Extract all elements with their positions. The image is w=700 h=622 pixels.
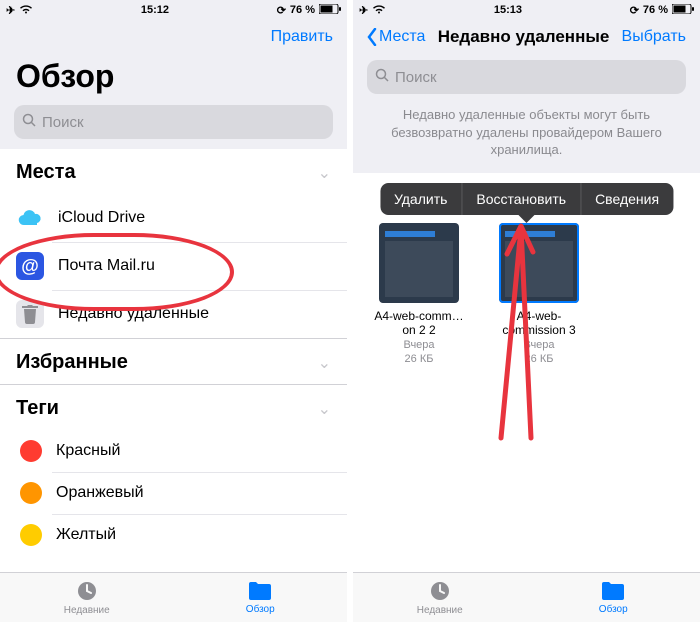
orientation-lock-icon: ⟳ (630, 4, 639, 17)
file-grid-area: Удалить Восстановить Сведения A4-web-com… (353, 173, 700, 572)
search-input[interactable]: Поиск (14, 105, 333, 139)
tag-dot-icon (20, 482, 42, 504)
search-placeholder: Поиск (395, 69, 437, 86)
airplane-icon: ✈︎ (359, 4, 368, 17)
section-places-header[interactable]: Места ⌄ (0, 149, 347, 194)
chevron-down-icon: ⌄ (318, 353, 331, 373)
search-input[interactable]: Поиск (367, 60, 686, 94)
status-bar: ✈︎ 15:13 ⟳ 76 % (353, 0, 700, 20)
airplane-icon: ✈︎ (6, 4, 15, 17)
chevron-down-icon: ⌄ (318, 399, 331, 419)
chevron-left-icon (367, 28, 377, 46)
search-placeholder: Поиск (42, 114, 84, 131)
place-recently-deleted[interactable]: Недавно удаленные (0, 290, 347, 338)
file-item[interactable]: A4-web-commission 3 Вчера 26 КБ (489, 223, 589, 366)
tag-dot-icon (20, 524, 42, 546)
nav-bar: Править (0, 20, 347, 54)
edit-button[interactable]: Править (271, 28, 333, 46)
tab-recents[interactable]: Недавние (0, 573, 174, 622)
tag-orange[interactable]: Оранжевый (0, 472, 347, 514)
nav-bar: Места Недавно удаленные Выбрать (353, 20, 700, 54)
status-time: 15:12 (141, 4, 169, 16)
info-text: Недавно удаленные объекты могут быть без… (353, 102, 700, 173)
screen-recently-deleted: ✈︎ 15:13 ⟳ 76 % Места Недавно удаленные … (353, 0, 700, 622)
search-icon (375, 68, 389, 86)
context-menu: Удалить Восстановить Сведения (380, 183, 673, 215)
icloud-icon (16, 204, 44, 232)
tab-bar: Недавние Обзор (0, 572, 347, 622)
battery-icon (672, 4, 694, 17)
mailru-icon: @ (16, 252, 44, 280)
tab-recents[interactable]: Недавние (353, 573, 527, 622)
wifi-icon (19, 4, 33, 17)
wifi-icon (372, 4, 386, 17)
file-item[interactable]: A4-web-comm…on 2 2 Вчера 26 КБ (369, 223, 469, 366)
menu-restore[interactable]: Восстановить (461, 183, 580, 215)
battery-icon (319, 4, 341, 17)
folder-icon (600, 580, 626, 602)
battery-percent: 76 % (290, 4, 315, 16)
select-button[interactable]: Выбрать (622, 28, 686, 46)
search-icon (22, 113, 36, 131)
trash-icon (16, 300, 44, 328)
file-thumbnail (379, 223, 459, 303)
battery-percent: 76 % (643, 4, 668, 16)
browse-list: Места ⌄ iCloud Drive @ Почта Mail.ru Нед… (0, 149, 347, 572)
menu-delete[interactable]: Удалить (380, 183, 461, 215)
back-button[interactable]: Места (367, 28, 425, 46)
page-title: Обзор (0, 54, 347, 105)
place-mailru[interactable]: @ Почта Mail.ru (0, 242, 347, 290)
status-time: 15:13 (494, 4, 522, 16)
tab-browse[interactable]: Обзор (527, 573, 700, 622)
clock-icon (75, 579, 99, 603)
tab-bar: Недавние Обзор (353, 572, 700, 622)
section-tags-header[interactable]: Теги ⌄ (0, 385, 347, 430)
tag-yellow[interactable]: Желтый (0, 514, 347, 556)
section-favorites-header[interactable]: Избранные ⌄ (0, 339, 347, 384)
tag-dot-icon (20, 440, 42, 462)
chevron-down-icon: ⌄ (318, 163, 331, 183)
file-thumbnail (499, 223, 579, 303)
clock-icon (428, 579, 452, 603)
nav-title: Недавно удаленные (438, 27, 610, 47)
folder-icon (247, 580, 273, 602)
place-icloud[interactable]: iCloud Drive (0, 194, 347, 242)
status-bar: ✈︎ 15:12 ⟳ 76 % (0, 0, 347, 20)
menu-details[interactable]: Сведения (580, 183, 673, 215)
tab-browse[interactable]: Обзор (174, 573, 348, 622)
orientation-lock-icon: ⟳ (277, 4, 286, 17)
screen-browse: ✈︎ 15:12 ⟳ 76 % Править Обзор Поиск Мест… (0, 0, 347, 622)
tag-red[interactable]: Красный (0, 430, 347, 472)
